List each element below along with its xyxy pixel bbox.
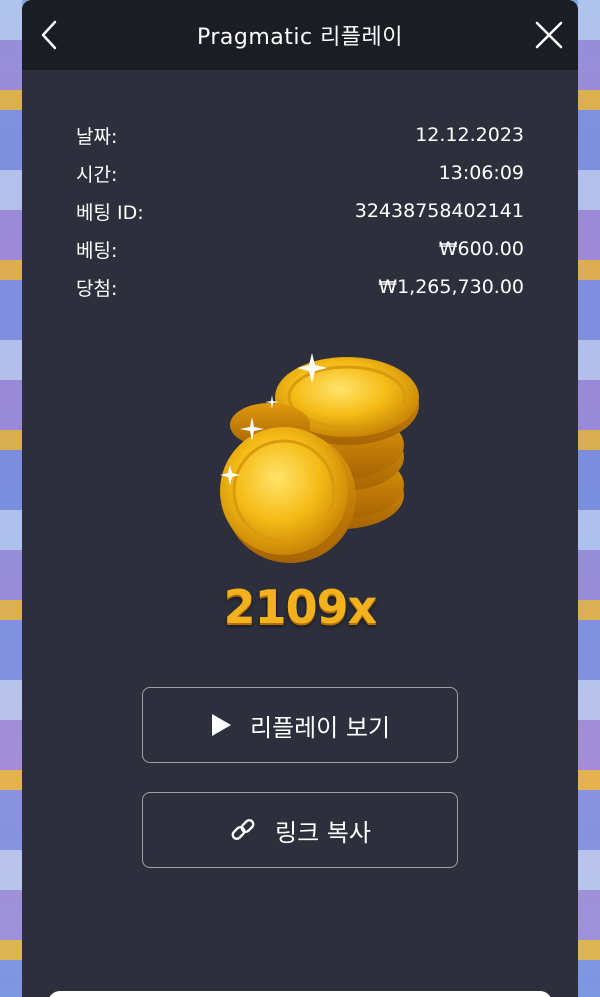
play-icon (211, 714, 231, 736)
win-multiplier: 2109x (223, 580, 378, 634)
time-value: 13:06:09 (438, 162, 524, 184)
date-value: 12.12.2023 (415, 124, 524, 146)
time-label: 시간: (76, 163, 118, 186)
info-row-bet: 베팅: ₩600.00 (76, 230, 524, 268)
close-icon (535, 21, 563, 49)
game-background-left (0, 0, 22, 997)
info-row-time: 시간: 13:06:09 (76, 154, 524, 192)
coin-stack-icon (192, 345, 422, 575)
copy-link-label: 링크 복사 (275, 818, 371, 847)
replay-modal: Pragmatic 리플레이 날짜: 12.12.2023 시간: 13:06:… (22, 0, 578, 997)
win-label: 당첨: (76, 277, 118, 300)
modal-header: Pragmatic 리플레이 (22, 0, 578, 70)
bet-info-table: 날짜: 12.12.2023 시간: 13:06:09 베팅 ID: 32438… (76, 116, 524, 306)
bottom-handle (48, 991, 552, 997)
info-row-date: 날짜: 12.12.2023 (76, 116, 524, 154)
link-icon (231, 819, 255, 840)
chevron-left-icon (41, 20, 57, 50)
info-row-bet-id: 베팅 ID: 32438758402141 (76, 192, 524, 230)
game-background-right (578, 0, 600, 997)
back-button[interactable] (32, 18, 66, 52)
date-label: 날짜: (76, 125, 118, 148)
copy-link-button[interactable]: 링크 복사 (142, 792, 458, 868)
bet-label: 베팅: (76, 239, 118, 262)
bet-id-label: 베팅 ID: (76, 201, 144, 224)
modal-title: Pragmatic 리플레이 (196, 25, 404, 50)
close-button[interactable] (532, 18, 566, 52)
view-replay-button[interactable]: 리플레이 보기 (142, 687, 458, 763)
info-row-win: 당첨: ₩1,265,730.00 (76, 268, 524, 306)
win-value: ₩1,265,730.00 (378, 276, 524, 298)
bet-value: ₩600.00 (438, 238, 524, 260)
bet-id-value: 32438758402141 (354, 200, 524, 222)
view-replay-label: 리플레이 보기 (249, 713, 391, 742)
